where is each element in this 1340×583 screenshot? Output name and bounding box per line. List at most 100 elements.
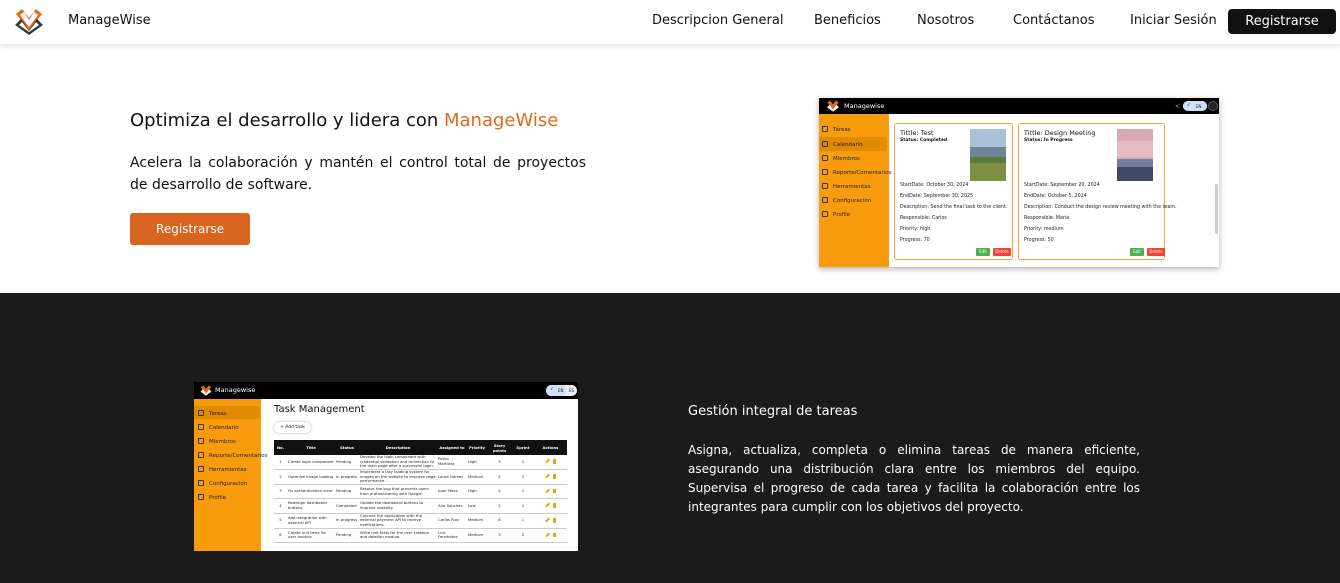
hero-register-button[interactable]: Registrarse bbox=[130, 213, 250, 245]
card-title: Tittle: Design Meeting bbox=[1024, 129, 1096, 137]
sidebar-item-tareas[interactable]: Tareas bbox=[822, 126, 851, 133]
edit-icon[interactable] bbox=[544, 502, 550, 508]
trash-icon[interactable] bbox=[552, 532, 557, 538]
cell-story-points: 3 bbox=[487, 528, 512, 544]
trash-icon[interactable] bbox=[552, 503, 557, 508]
sidebar-item-reporte[interactable]: Reporte/Comentarios bbox=[822, 169, 891, 176]
cell-priority: High bbox=[467, 455, 487, 470]
sidebar-item-label: Configuracion bbox=[833, 198, 872, 204]
nav-link-descripcion-general[interactable]: Descripcion General bbox=[652, 13, 783, 28]
sidebar-item-reporte[interactable]: Reporte/Comentarios bbox=[198, 452, 267, 459]
members-icon bbox=[198, 438, 204, 444]
add-task-button[interactable]: + Add task bbox=[274, 422, 311, 433]
preview-topbar: Managewise ✓ EN ES bbox=[194, 382, 578, 399]
tools-icon bbox=[822, 183, 828, 189]
cell-sprint: 3 bbox=[512, 469, 534, 485]
sidebar-item-herramientas[interactable]: Herramientas bbox=[822, 183, 870, 190]
cell-assigned: Carlos Ruiz bbox=[437, 513, 467, 529]
cell-description: Implement a lazy loading system for imag… bbox=[359, 469, 437, 485]
edit-icon[interactable] bbox=[544, 458, 550, 464]
sidebar-item-profile[interactable]: Profile bbox=[822, 211, 850, 218]
share-icon: < bbox=[1175, 103, 1181, 110]
cell-actions bbox=[534, 513, 567, 529]
calendar-icon bbox=[198, 424, 204, 430]
sidebar-item-label: Calendario bbox=[833, 142, 863, 148]
sidebar-item-tareas[interactable]: Tareas bbox=[198, 410, 227, 417]
cell-story-points: 8 bbox=[487, 513, 512, 529]
sidebar-item-label: Configuracion bbox=[209, 481, 248, 487]
landing-page: ManageWise Descripcion General Beneficio… bbox=[0, 0, 1340, 583]
card-responsible: Responsible: Carlos bbox=[900, 216, 947, 221]
delete-button[interactable]: Delete bbox=[1147, 248, 1165, 256]
table-row: 6 Create unit tests for user module Pend… bbox=[274, 528, 567, 544]
cell-title: Create unit tests for user module bbox=[287, 528, 335, 544]
hero-title-prefix: Optimiza el desarrollo y lidera con bbox=[130, 110, 444, 131]
cell-no: 4 bbox=[274, 498, 287, 514]
table-row: 4 Redesign dashboard buttons Completed U… bbox=[274, 498, 567, 514]
trash-icon[interactable] bbox=[552, 518, 557, 523]
sidebar-item-profile[interactable]: Profile bbox=[198, 494, 226, 501]
cell-status: In progress bbox=[335, 513, 359, 529]
sidebar-item-miembros[interactable]: Miembros bbox=[822, 155, 860, 162]
task-management-title: Task Management bbox=[274, 404, 365, 415]
column-header: Description bbox=[359, 440, 437, 455]
cell-description: Update the dashboard buttons to improve … bbox=[359, 498, 437, 514]
language-toggle[interactable]: ✓ EN ES bbox=[546, 385, 577, 396]
cell-actions bbox=[534, 455, 567, 470]
table-header-row: No. Title Status Description Assigned to… bbox=[274, 440, 567, 455]
edit-icon[interactable] bbox=[544, 473, 550, 479]
tasks-icon bbox=[198, 410, 204, 416]
trash-icon[interactable] bbox=[552, 488, 557, 494]
column-header: Status bbox=[335, 440, 359, 455]
card-start-date: StartDate: October 30, 2024 bbox=[900, 183, 969, 188]
trash-icon[interactable] bbox=[552, 459, 557, 464]
edit-button[interactable]: Edit bbox=[976, 248, 990, 256]
sidebar-item-label: Calendario bbox=[209, 425, 239, 431]
column-header: Story points bbox=[487, 440, 512, 455]
cell-priority: Medium bbox=[467, 469, 487, 485]
cell-actions bbox=[534, 498, 567, 514]
nav-link-contactanos[interactable]: Contáctanos bbox=[1013, 13, 1095, 28]
nav-register-button[interactable]: Registrarse bbox=[1228, 9, 1336, 34]
card-image bbox=[970, 129, 1006, 181]
cell-story-points: 5 bbox=[487, 469, 512, 485]
trash-icon[interactable] bbox=[552, 474, 557, 479]
sidebar-item-label: Herramientas bbox=[209, 467, 247, 473]
nav-link-nosotros[interactable]: Nosotros bbox=[917, 13, 974, 28]
nav-link-iniciar-sesion[interactable]: Iniciar Sesión bbox=[1130, 13, 1217, 28]
cell-title: Redesign dashboard buttons bbox=[287, 498, 335, 514]
language-toggle[interactable]: ✓ EN bbox=[1183, 101, 1207, 111]
cell-no: 2 bbox=[274, 469, 287, 485]
cell-title: Fix authentication error bbox=[287, 484, 335, 500]
nav-link-beneficios[interactable]: Beneficios bbox=[814, 13, 881, 28]
card-progress: Progress: 50 bbox=[1024, 238, 1054, 243]
cell-assigned: Ana Sánchez bbox=[437, 498, 467, 514]
sidebar-item-herramientas[interactable]: Herramientas bbox=[198, 466, 246, 473]
tasks-icon bbox=[822, 126, 828, 132]
cell-actions bbox=[534, 528, 567, 544]
edit-icon[interactable] bbox=[544, 517, 550, 523]
sidebar-item-miembros[interactable]: Miembros bbox=[198, 438, 236, 445]
cell-assigned: Juan Pérez bbox=[437, 484, 467, 500]
edit-button[interactable]: Edit bbox=[1130, 248, 1144, 256]
sidebar-item-configuracion[interactable]: Configuracion bbox=[822, 197, 871, 204]
cell-title: Create login component bbox=[287, 455, 335, 470]
cell-actions bbox=[534, 484, 567, 500]
cell-sprint: 2 bbox=[512, 528, 534, 544]
cell-sprint: 2 bbox=[512, 455, 534, 470]
cell-assigned: Luis Fernández bbox=[437, 528, 467, 544]
cell-sprint: 2 bbox=[512, 484, 534, 500]
sidebar-item-configuracion[interactable]: Configuracion bbox=[198, 480, 247, 487]
task-card: Tittle: Test Status: Completed StartDate… bbox=[894, 123, 1013, 260]
hero-title-accent: ManageWise bbox=[444, 110, 559, 131]
edit-icon[interactable] bbox=[544, 532, 550, 537]
sidebar-item-calendario[interactable]: Calendario bbox=[822, 141, 863, 148]
managewise-logo-icon[interactable] bbox=[14, 8, 44, 36]
scrollbar[interactable] bbox=[1215, 184, 1218, 234]
card-end-date: EndDate: October 5, 2024 bbox=[1024, 194, 1087, 199]
cell-assigned: Pedro Martinez bbox=[437, 455, 467, 470]
sidebar-item-calendario[interactable]: Calendario bbox=[198, 424, 239, 431]
edit-icon[interactable] bbox=[544, 488, 550, 494]
profile-avatar[interactable] bbox=[1208, 101, 1218, 111]
delete-button[interactable]: Delete bbox=[993, 248, 1011, 256]
